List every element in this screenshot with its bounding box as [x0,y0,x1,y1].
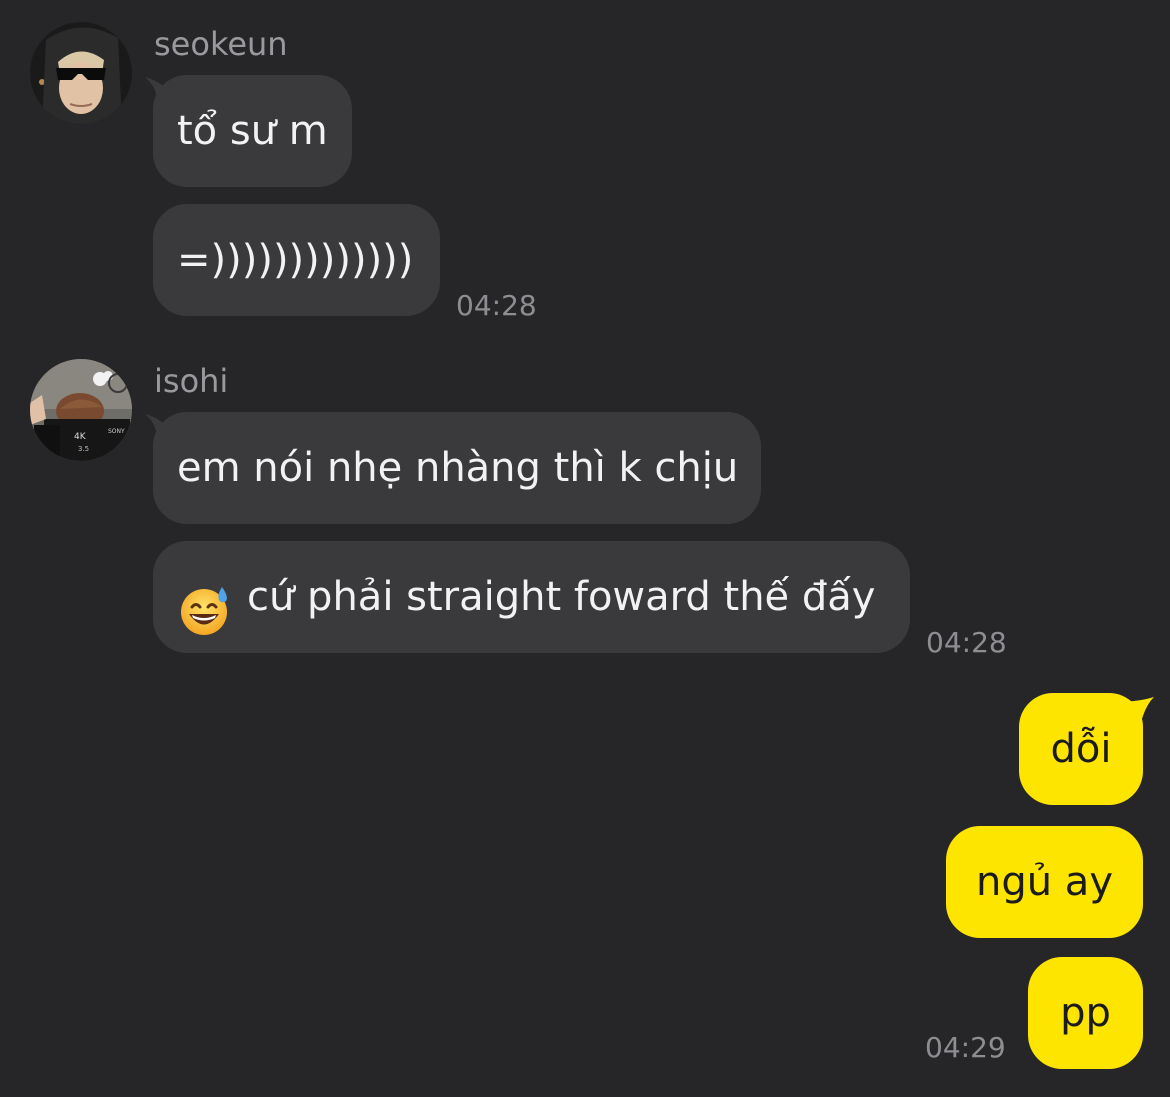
message-timestamp: 04:29 [925,1031,1006,1064]
my-message-bubble[interactable]: ngủ ay [946,826,1143,938]
message-text: ngủ ay [976,859,1113,905]
message-text: cứ phải straight foward thế đấy [247,574,876,620]
avatar-camera-photo-icon: 4K SONY 3.5 [30,359,132,461]
sender-name: seokeun [154,25,288,63]
message-bubble[interactable]: em nói nhẹ nhàng thì k chịu [153,412,761,524]
message-bubble[interactable]: =))))))))))))) [153,204,440,316]
avatar-seokeun[interactable] [30,22,132,124]
message-timestamp: 04:28 [456,289,537,322]
message-bubble[interactable]: cứ phải straight foward thế đấy [153,541,910,653]
message-text: dỗi [1050,726,1112,772]
message-bubble[interactable]: tổ sư m [153,75,352,187]
my-message-bubble[interactable]: pp [1028,957,1143,1069]
avatar-sunglasses-photo-icon [30,22,132,124]
svg-text:4K: 4K [74,432,87,442]
grinning-sweat-emoji-icon [177,568,231,635]
message-text: =))))))))))))) [177,237,414,283]
message-text: em nói nhẹ nhàng thì k chịu [177,445,739,491]
message-text: tổ sư m [177,108,328,154]
svg-text:3.5: 3.5 [78,445,89,453]
chat-room: seokeun tổ sư m =))))))))))))) 04:28 4K … [0,0,1170,1097]
svg-text:SONY: SONY [108,428,125,435]
message-timestamp: 04:28 [926,626,1007,659]
avatar-isohi[interactable]: 4K SONY 3.5 [30,359,132,461]
my-message-bubble[interactable]: dỗi [1019,693,1143,805]
sender-name: isohi [154,362,229,400]
message-text: pp [1060,990,1111,1036]
